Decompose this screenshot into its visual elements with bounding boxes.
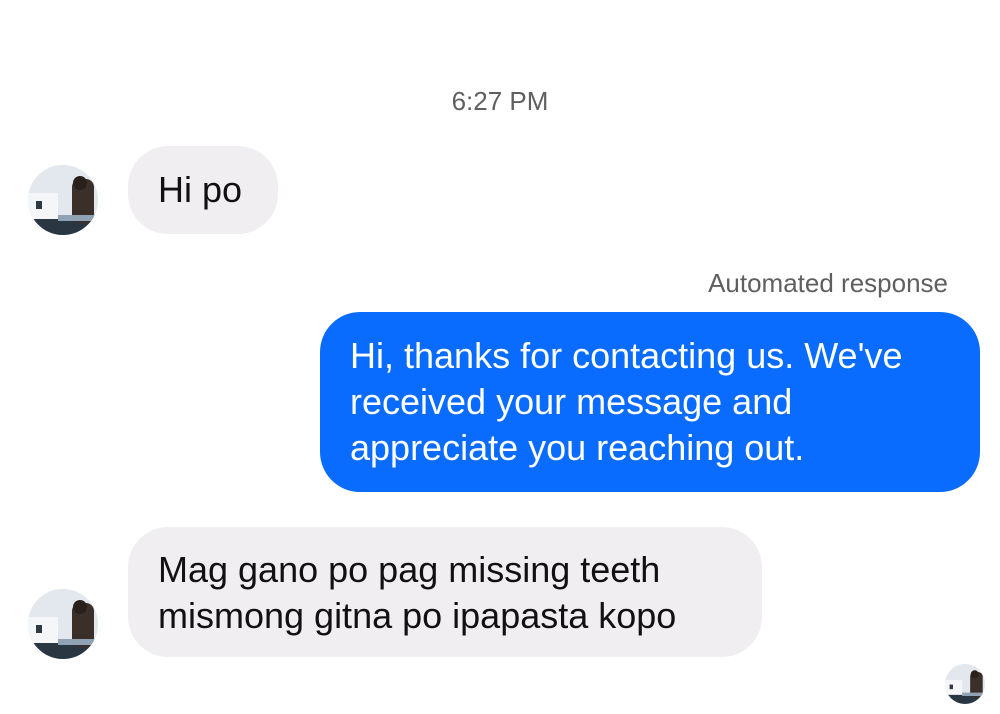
- incoming-message-bubble[interactable]: Hi po: [128, 146, 278, 234]
- contact-avatar-icon[interactable]: [28, 589, 98, 659]
- incoming-message-bubble[interactable]: Mag gano po pag missing teeth mismong gi…: [128, 527, 762, 657]
- contact-avatar-icon[interactable]: [28, 165, 98, 235]
- automated-response-label: Automated response: [708, 268, 948, 298]
- seen-avatar-icon: [945, 664, 985, 704]
- message-timestamp: 6:27 PM: [451, 86, 549, 116]
- outgoing-message-bubble[interactable]: Hi, thanks for contacting us. We've rece…: [320, 312, 980, 492]
- message-thread: 6:27 PM Hi po Automated response Hi, tha…: [0, 0, 1000, 714]
